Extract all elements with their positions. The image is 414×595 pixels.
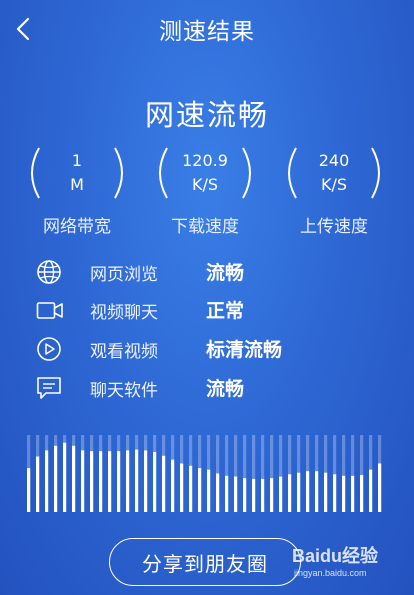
- chart-bar: [279, 476, 283, 512]
- chart-bar: [81, 450, 85, 512]
- chart-bar: [135, 449, 139, 512]
- download-value: 120.9: [182, 151, 228, 170]
- chart-bar: [54, 445, 58, 512]
- chart-bar: [342, 475, 346, 512]
- usage-status: 流畅: [206, 262, 245, 284]
- chart-bar: [153, 451, 157, 512]
- usage-row-browsing: 网页浏览 流畅: [36, 257, 396, 287]
- usage-row-watch-video: 观看视频 标清流畅: [36, 334, 396, 364]
- chart-bar: [351, 475, 355, 512]
- chart-bar: [144, 450, 148, 512]
- chart-bar: [261, 478, 265, 512]
- chart-bar: [333, 474, 337, 512]
- chart-bar: [171, 459, 175, 512]
- upload-value: 240: [318, 151, 350, 170]
- chart-bar: [216, 473, 220, 512]
- usage-row-video-chat: 视频聊天 正常: [36, 295, 396, 325]
- bandwidth-label: 网络带宽: [43, 217, 111, 237]
- chart-bar: [27, 468, 31, 512]
- play-circle-icon: [37, 337, 61, 361]
- bandwidth-metric: 1 M: [27, 145, 127, 201]
- chat-bubble-icon: [37, 377, 61, 399]
- usage-row-chat-apps: 聊天软件 流畅: [36, 373, 396, 403]
- chart-bar: [117, 451, 121, 512]
- usage-label: 聊天软件: [90, 381, 158, 401]
- chart-bar: [225, 475, 229, 512]
- chart-bar: [99, 451, 103, 512]
- chart-bar: [315, 471, 319, 512]
- chart-bar: [63, 442, 67, 512]
- download-unit: K/S: [191, 175, 219, 194]
- chart-bar: [90, 451, 94, 512]
- chart-bar: [252, 478, 256, 512]
- chart-bar: [324, 472, 328, 512]
- chart-bar: [270, 478, 274, 512]
- download-label: 下载速度: [171, 217, 239, 237]
- download-metric: 120.9 K/S: [155, 145, 255, 201]
- usage-status: 正常: [206, 300, 245, 322]
- chart-bar: [306, 471, 310, 512]
- chart-bar: [45, 450, 49, 512]
- chart-bar: [234, 476, 238, 512]
- watermark-url: jingyan.baidu.com: [294, 568, 367, 578]
- globe-icon: [37, 260, 61, 284]
- upload-label: 上传速度: [300, 217, 368, 237]
- usage-label: 观看视频: [90, 342, 158, 362]
- chart-bar: [297, 472, 301, 512]
- bandwidth-unit: M: [70, 175, 84, 194]
- chart-bar: [180, 463, 184, 512]
- usage-status: 流畅: [206, 378, 245, 400]
- chart-bar: [288, 474, 292, 512]
- chart-bar: [360, 475, 364, 512]
- chart-bar: [207, 469, 211, 512]
- page-title: 测速结果: [159, 19, 255, 45]
- chart-bar: [378, 463, 382, 512]
- bandwidth-value: 1: [71, 151, 83, 170]
- baidu-jingyan-watermark: Baidu经验 jingyan.baidu.com: [292, 540, 388, 584]
- chart-bar: [369, 469, 373, 512]
- result-title: 网速流畅: [144, 98, 269, 132]
- chart-bar: [198, 468, 202, 512]
- share-to-moments-button[interactable]: 分享到朋友圈: [109, 538, 301, 586]
- nav-bar: 测速结果: [0, 0, 414, 56]
- usage-label: 网页浏览: [90, 265, 158, 285]
- chart-bar: [162, 455, 166, 512]
- chart-bar: [72, 445, 76, 512]
- video-camera-icon: [36, 302, 63, 319]
- usage-status: 标清流畅: [206, 339, 283, 361]
- chart-bar: [126, 450, 130, 512]
- chart-bar: [243, 478, 247, 512]
- chart-bar: [189, 465, 193, 512]
- upload-unit: K/S: [320, 175, 348, 194]
- chart-bar: [108, 451, 112, 512]
- chart-bar: [36, 456, 40, 512]
- speed-bar-chart: [27, 435, 382, 512]
- upload-metric: 240 K/S: [284, 145, 384, 201]
- watermark-logo: Baidu经验: [292, 546, 379, 566]
- usage-label: 视频聊天: [90, 303, 158, 323]
